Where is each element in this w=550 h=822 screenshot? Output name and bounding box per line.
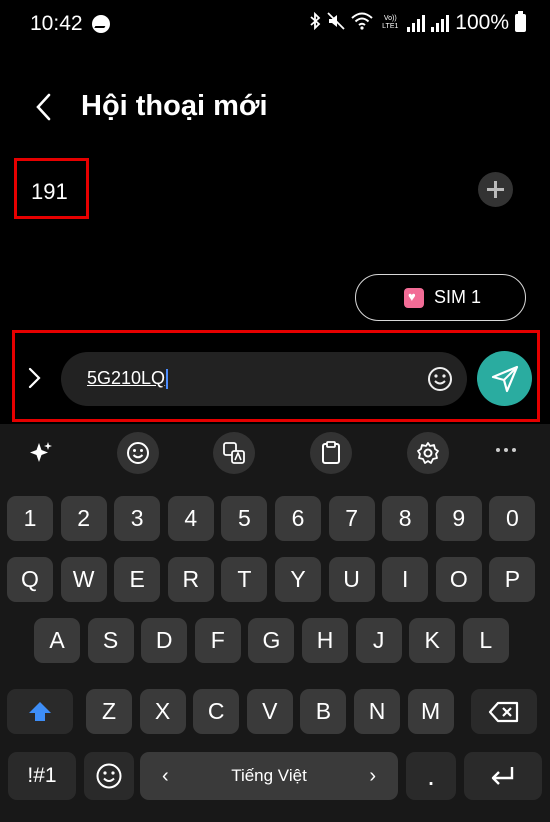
key-t[interactable]: T [221,557,268,602]
chevron-left-icon [36,93,51,121]
settings-icon[interactable] [407,432,449,474]
messenger-icon [92,15,110,33]
add-recipient-button[interactable] [478,172,513,207]
chevron-right-icon [28,367,41,389]
signal-icon-2 [431,14,450,32]
space-key[interactable]: ‹ Tiếng Việt › [140,752,398,800]
key-e[interactable]: E [114,557,161,602]
more-icon[interactable] [496,448,516,452]
shift-icon [29,701,51,721]
key-h[interactable]: H [302,618,348,663]
battery-icon [515,11,526,32]
mute-icon [327,12,345,34]
enter-key[interactable] [464,752,542,800]
volte-icon: Vo)) LTE1 [382,15,399,30]
backspace-icon [488,701,519,722]
key-u[interactable]: U [328,557,375,602]
key-5[interactable]: 5 [221,496,268,541]
period-key[interactable]: . [406,752,456,800]
key-q[interactable]: Q [7,557,53,602]
text-cursor [166,369,169,390]
emoji-icon[interactable] [117,432,159,474]
key-b[interactable]: B [300,689,347,734]
key-d[interactable]: D [141,618,188,663]
recipient-number: 191 [31,179,68,204]
send-button[interactable] [477,351,532,406]
enter-icon [491,767,514,785]
key-j[interactable]: J [355,618,402,663]
key-c[interactable]: C [193,689,240,734]
bluetooth-icon [309,11,321,34]
key-y[interactable]: Y [275,557,321,602]
key-o[interactable]: O [435,557,482,602]
key-6[interactable]: 6 [275,496,321,541]
space-left-arrow[interactable]: ‹ [162,765,169,788]
key-0[interactable]: 0 [489,496,536,541]
page-title: Hội thoại mới [81,90,268,122]
key-1[interactable]: 1 [7,496,53,541]
keyboard: 1234567890 QWERTYUIOP ASDFGHJKL ZXCVBNM !#1… [0,424,550,822]
key-r[interactable]: R [167,557,214,602]
battery-percent: 100% [455,11,509,34]
key-n[interactable]: N [354,689,400,734]
clipboard-icon[interactable] [310,432,352,474]
key-8[interactable]: 8 [382,496,429,541]
back-button[interactable] [30,92,60,122]
sim-selector-button[interactable]: SIM 1 [355,274,526,321]
key-i[interactable]: I [382,557,429,602]
recipient-field[interactable]: 191 [14,158,89,219]
key-m[interactable]: M [407,689,454,734]
status-bar: 10:42 Vo)) LTE1 100% [0,0,550,50]
key-f[interactable]: F [194,618,241,663]
key-g[interactable]: G [248,618,295,663]
key-z[interactable]: Z [86,689,132,734]
message-composer: 5G210LQ [12,330,540,422]
backspace-key[interactable] [471,689,537,734]
status-icons: Vo)) LTE1 100% [309,11,526,35]
sparkle-icon[interactable] [20,432,62,474]
smiley-icon [428,367,452,391]
key-s[interactable]: S [87,618,134,663]
app-header: Hội thoại mới [0,80,550,136]
space-label: Tiếng Việt [231,766,307,785]
key-2[interactable]: 2 [60,496,107,541]
symbols-key[interactable]: !#1 [8,752,76,800]
keyboard-toolbar [0,424,550,480]
message-text: 5G210LQ [87,368,169,390]
key-v[interactable]: V [246,689,293,734]
key-x[interactable]: X [139,689,186,734]
key-p[interactable]: P [489,557,536,602]
key-4[interactable]: 4 [167,496,214,541]
send-icon [491,365,519,393]
emoji-button[interactable] [427,366,453,392]
key-w[interactable]: W [60,557,107,602]
key-9[interactable]: 9 [435,496,482,541]
wifi-icon [351,12,373,34]
heart-sim-icon [404,287,424,308]
sim-label: SIM 1 [434,287,482,307]
expand-button[interactable] [25,367,43,389]
translate-icon[interactable] [213,432,255,474]
key-k[interactable]: K [409,618,456,663]
key-7[interactable]: 7 [328,496,375,541]
key-l[interactable]: L [462,618,509,663]
smiley-key-icon [96,763,122,789]
signal-icon [407,14,426,32]
shift-key[interactable] [7,689,73,734]
key-3[interactable]: 3 [114,496,161,541]
space-right-arrow[interactable]: › [369,765,376,788]
emoji-key[interactable] [84,752,134,800]
status-time: 10:42 [30,12,83,35]
message-input[interactable]: 5G210LQ [61,352,467,406]
key-a[interactable]: A [34,618,80,663]
